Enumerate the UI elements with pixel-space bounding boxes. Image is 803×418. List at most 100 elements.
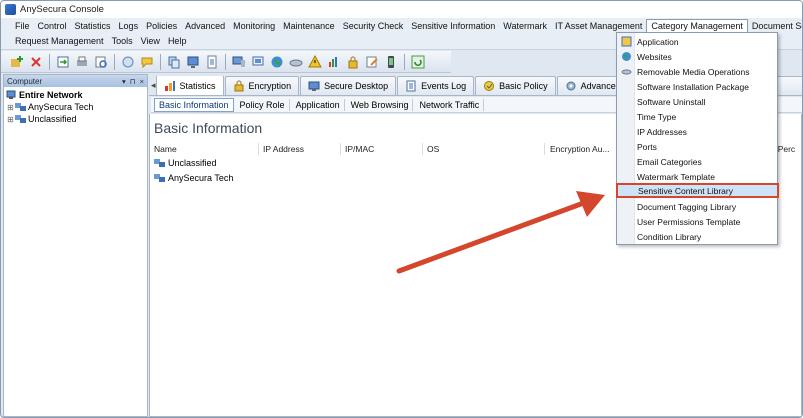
panel-menu-icon[interactable]: ▾ bbox=[122, 77, 126, 86]
column-header[interactable]: Encryption Au... bbox=[550, 144, 610, 154]
column-header[interactable]: OS bbox=[427, 144, 439, 154]
print-icon[interactable] bbox=[74, 54, 90, 70]
menu-maintenance[interactable]: Maintenance bbox=[279, 20, 339, 32]
menu-item-sensitive-content-library[interactable]: Sensitive Content Library bbox=[616, 183, 779, 198]
tab-statistics[interactable]: Statistics bbox=[155, 76, 224, 95]
chart-icon[interactable] bbox=[326, 54, 342, 70]
refresh-icon[interactable] bbox=[410, 54, 426, 70]
phone-icon[interactable] bbox=[383, 54, 399, 70]
warning-icon[interactable] bbox=[307, 54, 323, 70]
panel-header: Computer ▾ ⊓ × bbox=[4, 75, 147, 87]
lock-icon[interactable] bbox=[345, 54, 361, 70]
tab-scroll-left-icon[interactable]: ◂ bbox=[151, 80, 156, 91]
menu-monitoring[interactable]: Monitoring bbox=[229, 20, 279, 32]
tree-node-unclassified[interactable]: ⊞ Unclassified bbox=[6, 113, 145, 125]
screen-icon[interactable] bbox=[185, 54, 201, 70]
tab-encryption[interactable]: Encryption bbox=[224, 76, 300, 95]
menu-item-software-installation-package[interactable]: Software Installation Package bbox=[618, 79, 776, 94]
table-row[interactable]: Unclassified bbox=[154, 158, 217, 168]
menu-document-security-management[interactable]: Document Security Mana bbox=[748, 20, 802, 32]
menu-policies[interactable]: Policies bbox=[142, 20, 181, 32]
menu-item-document-tagging-library[interactable]: Document Tagging Library bbox=[618, 199, 776, 214]
menu-security-check[interactable]: Security Check bbox=[339, 20, 408, 32]
menu-control[interactable]: Control bbox=[34, 20, 71, 32]
tree-node-entire-network[interactable]: Entire Network bbox=[6, 89, 145, 101]
menu-category-management[interactable]: Category Management bbox=[646, 19, 748, 32]
expand-icon[interactable]: ⊞ bbox=[6, 115, 15, 124]
tab-label: Events Log bbox=[421, 81, 467, 91]
menu-logs[interactable]: Logs bbox=[115, 20, 143, 32]
menu-item-time-type[interactable]: Time Type bbox=[618, 109, 776, 124]
subtab-web-browsing[interactable]: Web Browsing bbox=[347, 98, 414, 111]
row-name: Unclassified bbox=[168, 158, 217, 168]
menu-it-asset-management[interactable]: IT Asset Management bbox=[551, 20, 646, 32]
export-icon[interactable] bbox=[55, 54, 71, 70]
menu-watermark[interactable]: Watermark bbox=[499, 20, 551, 32]
app-window: AnySecura Console File Control Statistic… bbox=[0, 0, 803, 418]
menu-sensitive-information[interactable]: Sensitive Information bbox=[407, 20, 499, 32]
menu-item-condition-library[interactable]: Condition Library bbox=[618, 229, 776, 244]
message-icon[interactable] bbox=[139, 54, 155, 70]
column-header[interactable]: IP Address bbox=[263, 144, 304, 154]
page-title: Basic Information bbox=[154, 120, 263, 136]
menu-item-label: Document Tagging Library bbox=[637, 201, 737, 212]
menu-item-user-permissions-template[interactable]: User Permissions Template bbox=[618, 214, 776, 229]
tree-label: Unclassified bbox=[28, 114, 77, 124]
menu-item-removable-media-operations[interactable]: Removable Media Operations bbox=[618, 64, 776, 79]
menu-request-management[interactable]: Request Management bbox=[11, 35, 108, 47]
computer-tree-panel: Computer ▾ ⊓ × Entire Network ⊞ AnySecur… bbox=[3, 74, 148, 417]
panel-title: Computer bbox=[7, 76, 43, 86]
tree-node-anysecura-tech[interactable]: ⊞ AnySecura Tech bbox=[6, 101, 145, 113]
delete-icon[interactable] bbox=[28, 54, 44, 70]
close-icon[interactable]: × bbox=[140, 77, 144, 86]
document-icon[interactable] bbox=[204, 54, 220, 70]
edit-icon[interactable] bbox=[364, 54, 380, 70]
tab-basic-policy[interactable]: Basic Policy bbox=[475, 76, 556, 95]
menu-item-application[interactable]: Application bbox=[618, 34, 776, 49]
menu-item-label: Software Uninstall bbox=[637, 96, 706, 107]
menu-tools[interactable]: Tools bbox=[108, 35, 137, 47]
column-header[interactable]: Name bbox=[154, 144, 177, 154]
menu-item-label: Websites bbox=[637, 51, 672, 62]
column-divider bbox=[258, 143, 259, 155]
expand-icon[interactable]: ⊞ bbox=[6, 103, 15, 112]
subtab-application[interactable]: Application bbox=[292, 98, 345, 111]
print-preview-icon[interactable] bbox=[93, 54, 109, 70]
copy-icon[interactable] bbox=[166, 54, 182, 70]
table-row[interactable]: AnySecura Tech bbox=[154, 173, 233, 183]
menu-file[interactable]: File bbox=[11, 20, 34, 32]
globe-icon[interactable] bbox=[120, 54, 136, 70]
column-header[interactable]: IP/MAC bbox=[345, 144, 374, 154]
earth-icon[interactable] bbox=[269, 54, 285, 70]
menu-view[interactable]: View bbox=[137, 35, 164, 47]
column-divider bbox=[340, 143, 341, 155]
group-icon bbox=[15, 102, 26, 112]
tree-label: Entire Network bbox=[19, 90, 83, 100]
subtab-network-traffic[interactable]: Network Traffic bbox=[415, 98, 485, 111]
subtab-basic-information[interactable]: Basic Information bbox=[154, 97, 234, 112]
menu-help[interactable]: Help bbox=[164, 35, 191, 47]
computer-icon[interactable] bbox=[231, 54, 247, 70]
menu-item-label: IP Addresses bbox=[637, 126, 687, 137]
tab-secure-desktop[interactable]: Secure Desktop bbox=[300, 76, 397, 95]
menu-item-ip-addresses[interactable]: IP Addresses bbox=[618, 124, 776, 139]
menu-item-label: Ports bbox=[637, 141, 657, 152]
pin-icon[interactable]: ⊓ bbox=[130, 77, 136, 86]
menu-item-websites[interactable]: Websites bbox=[618, 49, 776, 64]
menu-item-software-uninstall[interactable]: Software Uninstall bbox=[618, 94, 776, 109]
add-icon[interactable] bbox=[9, 54, 25, 70]
row-name: AnySecura Tech bbox=[168, 173, 234, 183]
network-icon[interactable] bbox=[250, 54, 266, 70]
menu-advanced[interactable]: Advanced bbox=[181, 20, 229, 32]
subtab-policy-role[interactable]: Policy Role bbox=[236, 98, 290, 111]
menu-item-ports[interactable]: Ports bbox=[618, 139, 776, 154]
menu-item-email-categories[interactable]: Email Categories bbox=[618, 154, 776, 169]
disk-icon[interactable] bbox=[288, 54, 304, 70]
network-icon bbox=[6, 90, 17, 100]
tab-events-log[interactable]: Events Log bbox=[397, 76, 475, 95]
menu-statistics[interactable]: Statistics bbox=[71, 20, 115, 32]
menu-item-watermark-template[interactable]: Watermark Template bbox=[618, 169, 776, 184]
menu-item-label: Condition Library bbox=[637, 231, 702, 242]
menu-item-label: Sensitive Content Library bbox=[638, 185, 733, 196]
application-icon bbox=[621, 36, 632, 47]
